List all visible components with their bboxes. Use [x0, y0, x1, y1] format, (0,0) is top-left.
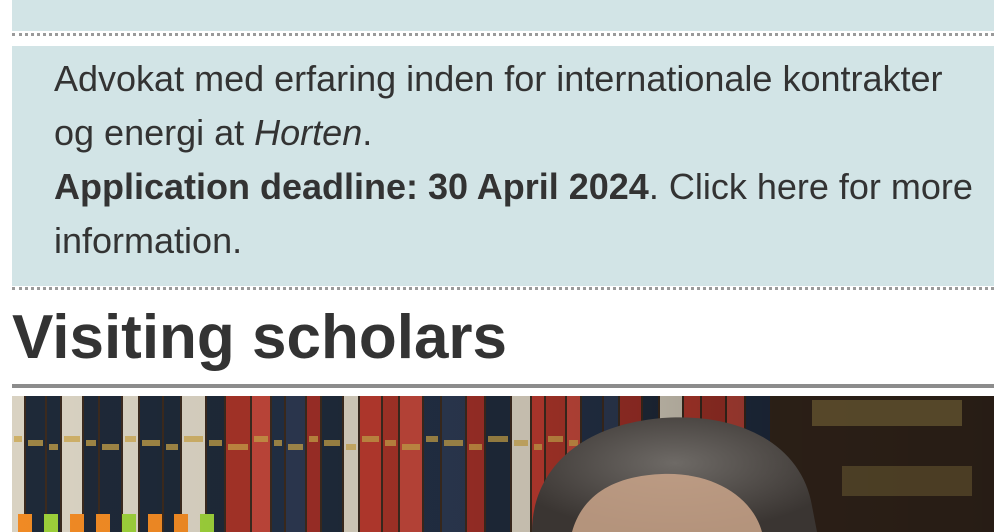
visiting-scholar-photo[interactable]	[12, 396, 994, 532]
job-listing-text[interactable]: Advokat med erfaring inden for internati…	[54, 52, 974, 268]
job-listing-box[interactable]: Advokat med erfaring inden for internati…	[12, 46, 994, 286]
job-description-end: .	[362, 112, 373, 153]
bookshelf-photo-illustration	[12, 396, 994, 532]
job-description: Advokat med erfaring inden for internati…	[54, 58, 943, 153]
dotted-divider-top	[12, 33, 994, 36]
previous-listing-box[interactable]	[12, 0, 994, 31]
application-deadline: Application deadline: 30 April 2024	[54, 166, 649, 207]
dotted-divider-bottom	[12, 287, 994, 290]
section-title-rule	[12, 384, 994, 388]
firm-name: Horten	[254, 112, 363, 153]
section-title: Visiting scholars	[12, 303, 508, 372]
